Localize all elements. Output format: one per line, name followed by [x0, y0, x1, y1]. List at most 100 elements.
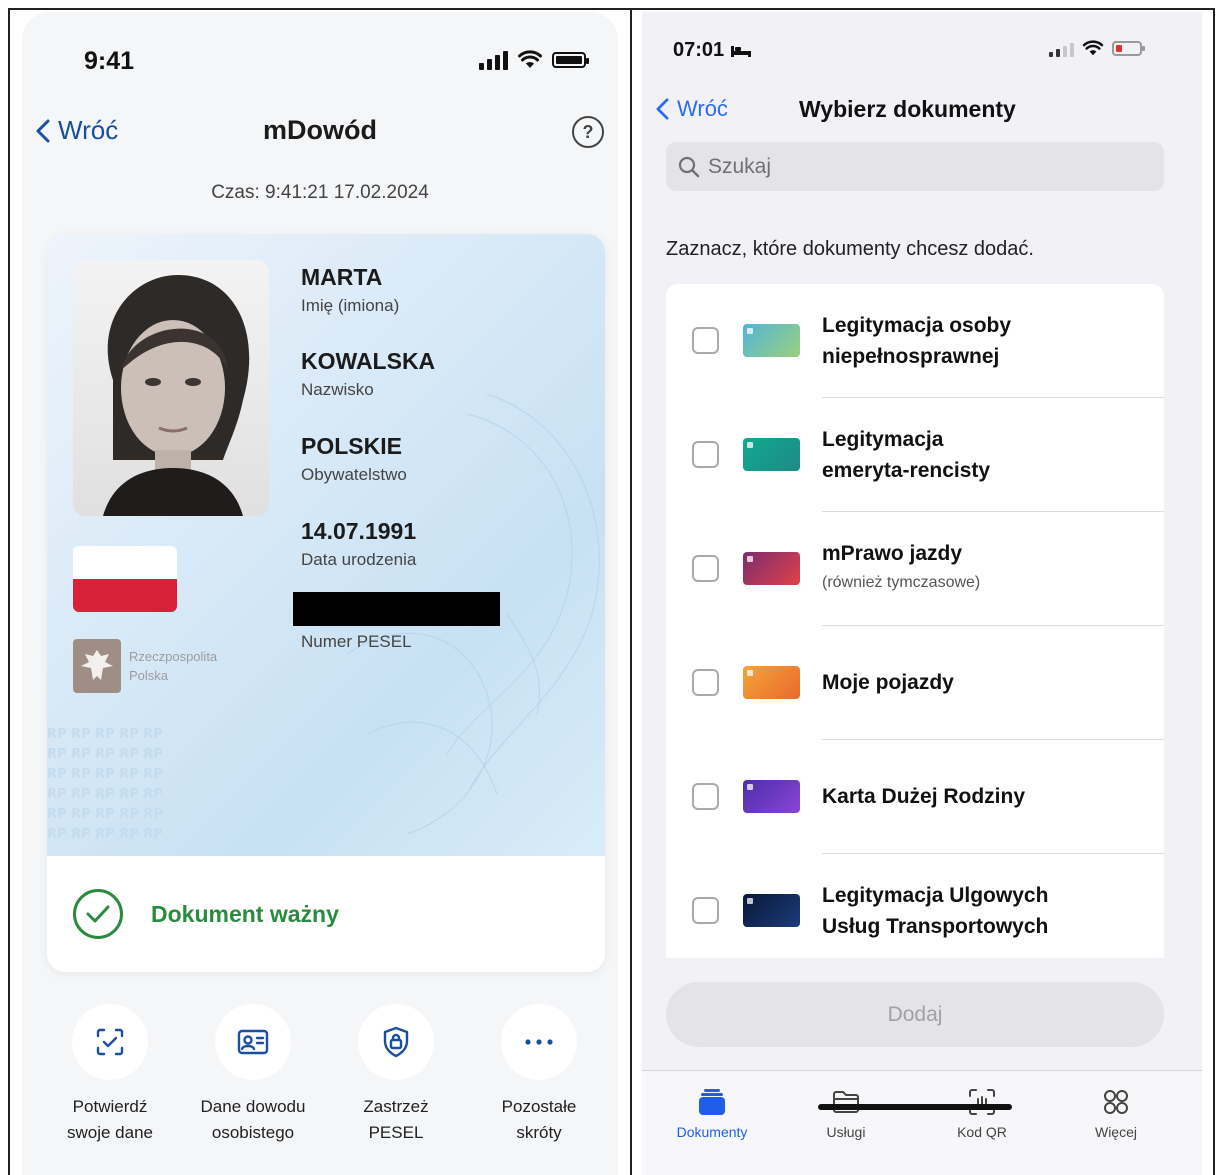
transport-card-icon — [743, 894, 800, 927]
shortcut-confirm-data[interactable]: Potwierdź swoje dane — [45, 1004, 175, 1146]
pesel-label: Numer PESEL — [301, 632, 412, 651]
help-button[interactable]: ? — [572, 116, 604, 148]
status-time: 9:41 — [84, 47, 135, 75]
validity-text: Dokument ważny — [151, 900, 339, 927]
choose-documents-screen: 07:01 Wróć Wybierz dokumenty Szukaj Zazn… — [642, 12, 1202, 1175]
list-item[interactable]: mPrawo jazdy (również tymczasowe) — [666, 512, 1164, 626]
last-name-field: KOWALSKA Nazwisko — [301, 348, 435, 400]
shortcuts-row: Potwierdź swoje dane Dane dowodu osobisteg… — [22, 1004, 618, 1164]
tab-bar: Dokumenty Usługi Kod QR Więcej — [642, 1070, 1202, 1175]
wifi-icon — [518, 50, 542, 68]
redacted-pesel — [293, 592, 500, 626]
list-item[interactable]: Legitymacja emeryta-rencisty — [666, 398, 1164, 512]
sleep-bed-icon — [731, 45, 752, 57]
signal-icon — [479, 50, 508, 70]
qr-scan-icon — [932, 1085, 1032, 1119]
polish-flag — [73, 546, 177, 612]
svg-text:RP RP RP RP RP: RP RP RP RP RP — [47, 807, 163, 822]
battery-low-icon — [1112, 41, 1145, 56]
driving-license-icon — [743, 552, 800, 585]
home-indicator — [818, 1104, 1012, 1110]
shortcut-label: Zastrzeż PESEL — [363, 1097, 429, 1142]
portrait-photo — [73, 260, 269, 516]
add-button[interactable]: Dodaj — [666, 982, 1164, 1047]
shortcut-label: Pozostałe skróty — [501, 1097, 577, 1142]
documents-stack-icon — [662, 1085, 762, 1119]
document-name: Moje pojazdy — [822, 671, 954, 694]
checkbox[interactable] — [692, 327, 719, 354]
birth-date-field: 14.07.1991 Data urodzenia — [301, 518, 416, 570]
check-circle-icon — [73, 889, 123, 939]
battery-icon — [552, 52, 589, 68]
card-face: RP RP RP RP RP RP RP RP RP RP RP RP RP R… — [47, 234, 605, 856]
list-item[interactable]: Moje pojazdy — [666, 626, 1164, 740]
table-divider — [630, 8, 632, 1175]
document-subtitle: (również tymczasowe) — [822, 574, 981, 591]
list-item[interactable]: Legitymacja osoby niepełnosprawnej — [666, 284, 1164, 398]
birth-date-value: 14.07.1991 — [301, 518, 417, 544]
grid-more-icon — [1066, 1085, 1166, 1119]
list-item[interactable]: Legitymacja Ulgowych Usług Transportowych — [666, 854, 1164, 958]
shortcut-label: Dane dowodu osobistego — [200, 1097, 306, 1142]
more-dots-icon[interactable] — [501, 1004, 577, 1080]
emblem-text-1: Rzeczpospolita — [129, 649, 218, 664]
checkbox[interactable] — [692, 897, 719, 924]
pensioner-card-icon — [743, 438, 800, 471]
tab-qr-code[interactable]: Kod QR — [932, 1085, 1032, 1140]
last-name-value: KOWALSKA — [301, 348, 436, 374]
id-card: RP RP RP RP RP RP RP RP RP RP RP RP RP R… — [47, 234, 605, 972]
vehicles-icon — [743, 666, 800, 699]
list-item[interactable]: Karta Dużej Rodziny — [666, 740, 1164, 854]
svg-text:RP RP RP RP RP: RP RP RP RP RP — [47, 747, 163, 762]
id-card-icon[interactable] — [215, 1004, 291, 1080]
documents-list: Legitymacja osoby niepełnosprawnej Legity… — [666, 284, 1164, 958]
folder-icon — [796, 1085, 896, 1119]
chevron-left-icon — [36, 119, 50, 142]
back-button[interactable]: Wróć — [656, 96, 728, 122]
chevron-left-icon — [656, 98, 669, 120]
tab-label: Więcej — [1094, 1124, 1137, 1140]
back-label: Wróć — [677, 96, 728, 121]
state-emblem: Rzeczpospolita Polska — [73, 639, 217, 693]
document-name: Karta Dużej Rodziny — [822, 785, 1026, 808]
citizenship-field: POLSKIE Obywatelstwo — [301, 433, 407, 485]
status-time: 07:01 — [673, 39, 752, 62]
checkbox[interactable] — [692, 783, 719, 810]
tab-documents[interactable]: Dokumenty — [662, 1085, 762, 1140]
shield-lock-icon[interactable] — [358, 1004, 434, 1080]
document-name: Legitymacja osoby niepełnosprawnej — [822, 314, 1012, 368]
search-placeholder: Szukaj — [708, 154, 772, 178]
scan-check-icon[interactable] — [72, 1004, 148, 1080]
first-name-label: Imię (imiona) — [301, 296, 400, 315]
instruction-text: Zaznacz, które dokumenty chcesz dodać. — [666, 238, 1034, 260]
eagle-emblem-icon — [73, 639, 121, 693]
checkbox[interactable] — [692, 555, 719, 582]
document-name: Legitymacja Ulgowych Usług Transportowych — [822, 884, 1049, 938]
signal-icon — [1049, 41, 1074, 57]
back-label: Wróć — [58, 115, 119, 145]
first-name-value: MARTA — [301, 264, 383, 290]
wifi-icon — [1082, 40, 1104, 56]
shortcut-reserve-pesel[interactable]: Zastrzeż PESEL — [331, 1004, 461, 1146]
large-family-card-icon — [743, 780, 800, 813]
emblem-text-2: Polska — [129, 668, 169, 683]
citizenship-value: POLSKIE — [301, 433, 402, 459]
shortcut-id-data[interactable]: Dane dowodu osobistego — [188, 1004, 318, 1146]
page-title: Wybierz dokumenty — [799, 96, 1016, 122]
status-icons — [479, 50, 589, 70]
status-icons — [1049, 40, 1145, 57]
shortcut-more[interactable]: Pozostałe skróty — [474, 1004, 604, 1146]
checkbox[interactable] — [692, 669, 719, 696]
back-button[interactable]: Wróć — [36, 115, 118, 146]
citizenship-label: Obywatelstwo — [301, 465, 407, 484]
shortcut-label: Potwierdź swoje dane — [66, 1097, 153, 1142]
tab-more[interactable]: Więcej — [1066, 1085, 1166, 1140]
search-input[interactable]: Szukaj — [666, 142, 1164, 191]
tab-services[interactable]: Usługi — [796, 1085, 896, 1140]
pesel-field: Numer PESEL — [301, 632, 412, 652]
checkbox[interactable] — [692, 441, 719, 468]
tab-label: Usługi — [826, 1124, 866, 1140]
tab-label: Dokumenty — [676, 1124, 748, 1140]
first-name-field: MARTA Imię (imiona) — [301, 264, 399, 316]
svg-text:RP RP RP RP RP: RP RP RP RP RP — [47, 767, 163, 782]
